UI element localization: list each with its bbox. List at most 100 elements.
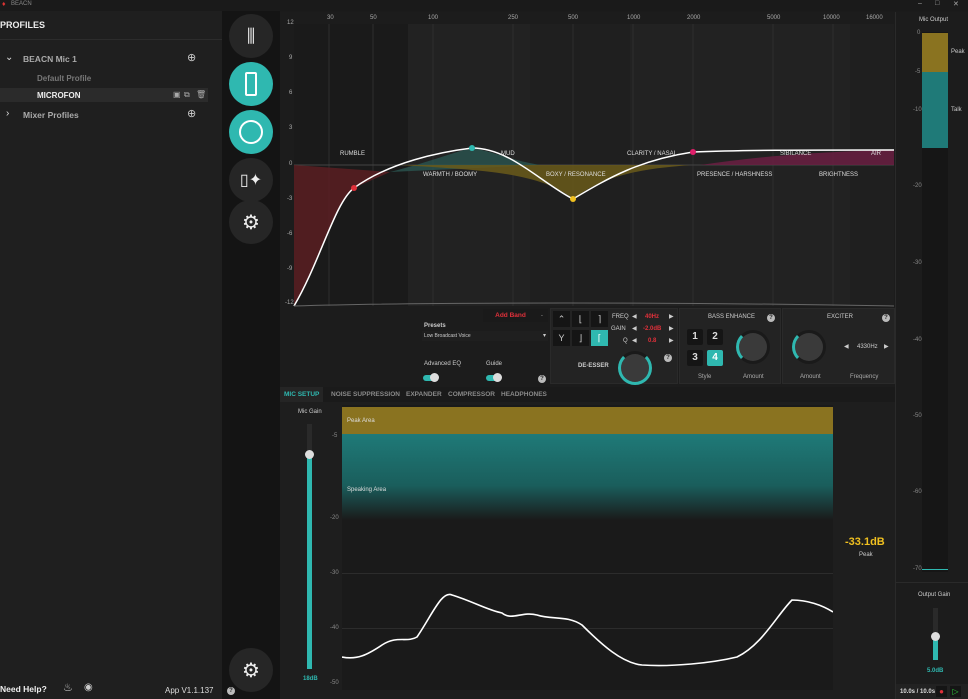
decrease-icon[interactable]: ◀ xyxy=(632,325,637,332)
gain-value[interactable]: -2.0dB xyxy=(643,326,661,332)
app-settings-icon[interactable]: ⚙ xyxy=(229,648,273,692)
title-bar: ♦ BEACN – □ ✕ xyxy=(0,0,968,11)
profile-microfon[interactable]: MICROFON xyxy=(37,91,81,100)
chevron-down-icon[interactable]: ⌄ xyxy=(5,52,13,63)
band-1-handle[interactable] xyxy=(351,185,357,191)
exciter-frequency-value[interactable]: 4330Hz xyxy=(857,344,878,350)
region-label: BRIGHTNESS xyxy=(819,172,859,178)
gain-label: -3 xyxy=(287,196,293,202)
increase-icon[interactable]: ▶ xyxy=(884,343,889,350)
mic-icon[interactable] xyxy=(229,62,273,106)
tab-noise-suppression[interactable]: NOISE SUPPRESSION xyxy=(327,387,404,402)
help-icon[interactable]: ? xyxy=(538,375,546,383)
low-shelf-icon[interactable]: ⌊ xyxy=(572,311,589,327)
band-3-handle[interactable] xyxy=(570,196,576,202)
bell-filter-icon[interactable]: ⌃ xyxy=(553,311,570,327)
style-2-button[interactable]: 2 xyxy=(707,329,723,345)
band-2-handle[interactable] xyxy=(469,145,475,151)
output-gain-slider[interactable] xyxy=(931,608,940,660)
add-profile-icon[interactable]: ⊕ xyxy=(187,51,196,64)
freq-label: 50 xyxy=(370,15,377,21)
discord-icon[interactable]: ◉ xyxy=(84,682,93,693)
icon-nav: ⫼ ▯✦ ⚙ ⚙ ? xyxy=(222,11,280,699)
profiles-sidebar: PROFILES ⌄ BEACN Mic 1 ⊕ Default Profile… xyxy=(0,11,222,699)
output-level-label: -10 xyxy=(913,107,922,113)
chevron-right-icon[interactable]: › xyxy=(6,108,9,119)
peak-value: -33.1dB xyxy=(845,536,885,548)
gain-label: 3 xyxy=(289,125,293,131)
beacn-link-icon[interactable]: ♨ xyxy=(63,681,73,694)
increase-icon[interactable]: ▶ xyxy=(669,313,674,320)
level-label: -40 xyxy=(330,625,339,631)
help-icon[interactable]: ? xyxy=(767,314,775,322)
decrease-icon[interactable]: ◀ xyxy=(844,343,849,350)
play-icon[interactable]: ▷ xyxy=(950,686,961,697)
delete-icon[interactable]: 🗑 xyxy=(196,90,206,99)
tab-compressor[interactable]: COMPRESSOR xyxy=(444,387,499,402)
lighting-icon[interactable]: ▯✦ xyxy=(229,158,273,202)
level-waveform xyxy=(342,593,833,667)
decrease-icon[interactable]: ◀ xyxy=(632,313,637,320)
device-beacn-mic-1[interactable]: BEACN Mic 1 xyxy=(23,54,77,64)
bass-amount-knob[interactable] xyxy=(736,330,770,364)
add-mixer-profile-icon[interactable]: ⊕ xyxy=(187,107,196,120)
freq-label: 2000 xyxy=(687,15,701,21)
help-icon[interactable]: ? xyxy=(227,687,235,695)
style-4-button[interactable]: 4 xyxy=(707,350,723,366)
maximize-button[interactable]: □ xyxy=(935,0,939,7)
app-title: BEACN xyxy=(11,1,32,7)
output-gain-handle[interactable] xyxy=(931,632,940,641)
mic-gain-slider[interactable] xyxy=(305,424,314,669)
add-band-button[interactable]: Add Band xyxy=(483,309,538,322)
style-label: Style xyxy=(698,374,712,380)
gain-label: 6 xyxy=(289,90,293,96)
remove-band-button[interactable]: · xyxy=(536,309,548,322)
output-level-label: -60 xyxy=(913,489,922,495)
bass-enhance-panel: BASS ENHANCE ? 1 2 3 4 Style Amount xyxy=(679,308,781,384)
record-icon[interactable]: ● xyxy=(936,686,947,697)
voice-icon[interactable] xyxy=(229,110,273,154)
high-shelf-icon[interactable]: ⌋ xyxy=(572,330,589,346)
mic-gain-handle[interactable] xyxy=(305,450,314,459)
mixer-profiles[interactable]: Mixer Profiles xyxy=(23,110,79,120)
region-label: PRESENCE / HARSHNESS xyxy=(697,172,773,178)
settings-icon[interactable]: ⚙ xyxy=(229,200,273,244)
peak-zone-label: Peak xyxy=(951,49,965,55)
guide-label: Guide xyxy=(486,361,503,367)
profile-microfon-row[interactable]: MICROFON ▣ ⧉ 🗑 xyxy=(0,88,208,102)
band-4-handle[interactable] xyxy=(690,149,696,155)
presets-dropdown[interactable]: Low Broadcast Voice ▾ xyxy=(422,331,548,341)
close-button[interactable]: ✕ xyxy=(953,0,959,8)
deesser-knob[interactable] xyxy=(618,351,652,385)
copy-icon[interactable]: ⧉ xyxy=(184,90,190,100)
eq-graph[interactable]: 30 50 100 250 500 1000 2000 5000 10000 1… xyxy=(280,12,895,308)
tab-mic-setup[interactable]: MIC SETUP xyxy=(280,387,324,402)
level-label: -20 xyxy=(330,515,339,521)
exciter-title: EXCITER xyxy=(827,314,854,320)
increase-icon[interactable]: ▶ xyxy=(669,325,674,332)
save-icon[interactable]: ▣ xyxy=(173,90,181,99)
mixer-icon[interactable]: ⫼ xyxy=(229,14,273,58)
decrease-icon[interactable]: ◀ xyxy=(632,337,637,344)
advanced-eq-toggle[interactable] xyxy=(423,373,439,382)
beacn-logo-icon: ♦ xyxy=(2,1,6,8)
high-pass-icon[interactable]: ⌈ xyxy=(591,330,608,346)
help-icon[interactable]: ? xyxy=(664,354,672,362)
style-1-button[interactable]: 1 xyxy=(687,329,703,345)
freq-label: 500 xyxy=(568,15,579,21)
help-icon[interactable]: ? xyxy=(882,314,890,322)
gain-param-label: GAIN xyxy=(611,326,626,332)
profile-default[interactable]: Default Profile xyxy=(37,74,91,83)
increase-icon[interactable]: ▶ xyxy=(669,337,674,344)
guide-toggle[interactable] xyxy=(486,373,502,382)
exciter-amount-knob[interactable] xyxy=(792,330,826,364)
freq-value[interactable]: 40Hz xyxy=(645,314,659,320)
low-pass-icon[interactable]: ⌉ xyxy=(591,311,608,327)
notch-filter-icon[interactable]: Y xyxy=(553,330,570,346)
tab-headphones[interactable]: HEADPHONES xyxy=(497,387,551,402)
style-3-button[interactable]: 3 xyxy=(687,350,703,366)
q-value[interactable]: 0.8 xyxy=(648,338,656,344)
tab-expander[interactable]: EXPANDER xyxy=(402,387,446,402)
region-label: BOXY / RESONANCE xyxy=(546,172,606,178)
minimize-button[interactable]: – xyxy=(918,0,922,7)
